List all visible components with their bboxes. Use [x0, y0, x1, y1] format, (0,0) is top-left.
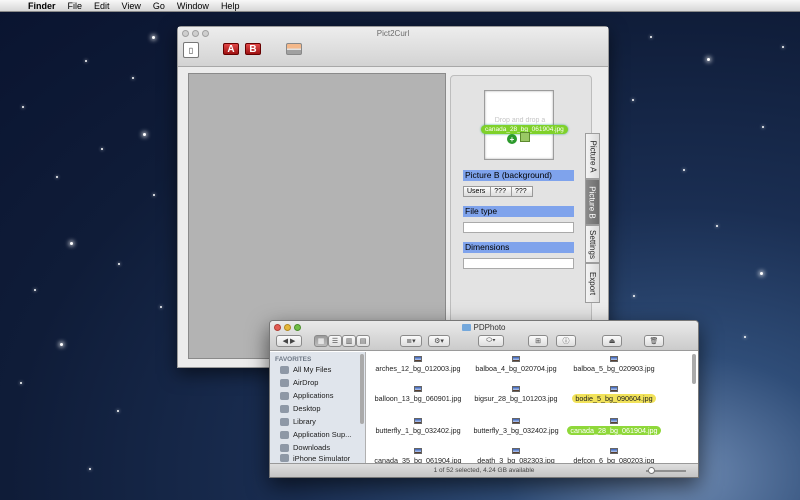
path-segment[interactable]: ??? — [490, 186, 512, 197]
image-thumbnail-icon — [512, 418, 520, 424]
sidebar-item-library[interactable]: Library — [270, 415, 365, 428]
pict2curl-titlebar: Pict2Curl ▯ A B — [178, 27, 608, 67]
tab-export[interactable]: Export — [585, 263, 600, 303]
preview-canvas[interactable] — [188, 73, 446, 359]
airdrop-icon — [280, 378, 289, 387]
info-icon[interactable]: ⓘ — [556, 335, 576, 347]
list-view-button[interactable]: ☰ — [328, 335, 342, 347]
pict2curl-window: Pict2Curl ▯ A B Drop and drop a canada_2… — [177, 26, 609, 368]
finder-title: PDPhoto — [270, 323, 698, 332]
image-icon — [286, 43, 302, 55]
path-segment[interactable]: Users — [463, 186, 492, 197]
image-thumbnail-icon — [414, 448, 422, 454]
arrange-menu-button[interactable]: ≣▾ — [400, 335, 422, 347]
image-thumbnail-icon — [512, 386, 520, 392]
menu-edit[interactable]: Edit — [88, 1, 116, 11]
icon-size-slider[interactable] — [646, 467, 686, 474]
menu-go[interactable]: Go — [147, 1, 171, 11]
sidebar-item-all-my-files[interactable]: All My Files — [270, 363, 365, 376]
file-item[interactable]: bigsur_28_bg_101203.jpg — [467, 386, 565, 403]
finder-toolbar: PDPhoto ◀ ▶ ▦ ☰ ▥ ▤ ≣▾ ⚙▾ ⬭▾ ⊞ ⓘ ⏏ 🗑 — [270, 321, 698, 351]
folder-icon — [280, 430, 289, 439]
file-type-field — [463, 222, 574, 233]
status-bar: 1 of 52 selected, 4.24 GB available — [270, 463, 698, 477]
picture-a-button[interactable]: A — [223, 41, 239, 57]
applications-icon — [280, 391, 289, 400]
sidebar-item-applications[interactable]: Applications — [270, 389, 365, 402]
picture-a-icon: A — [223, 43, 239, 55]
content-scrollbar[interactable] — [692, 354, 696, 384]
window-title: Pict2Curl — [376, 29, 410, 38]
picture-b-button[interactable]: B — [245, 41, 261, 57]
dimensions-heading: Dimensions — [463, 242, 574, 253]
tab-picture-b[interactable]: Picture B — [585, 179, 600, 225]
sidebar-item-application-support[interactable]: Application Sup... — [270, 428, 365, 441]
folder-icon — [280, 417, 289, 426]
tag-menu-button[interactable]: ⬭▾ — [478, 335, 504, 347]
image-thumbnail-icon — [610, 448, 618, 454]
finder-window: PDPhoto ◀ ▶ ▦ ☰ ▥ ▤ ≣▾ ⚙▾ ⬭▾ ⊞ ⓘ ⏏ 🗑 FAV… — [269, 320, 699, 478]
drop-hint-text: Drop and drop a — [494, 117, 546, 124]
picture-drop-well[interactable]: Drop and drop a canada_28_bg_061904.jpg … — [481, 90, 568, 160]
eject-icon[interactable]: ⏏ — [602, 335, 622, 347]
file-item[interactable]: balboa_4_bg_020704.jpg — [467, 356, 565, 373]
file-item[interactable]: balboa_5_bg_020903.jpg — [565, 356, 663, 373]
dimensions-field — [463, 258, 574, 269]
folder-icon — [280, 454, 289, 462]
document-icon[interactable]: ▯ — [183, 42, 199, 58]
menu-help[interactable]: Help — [215, 1, 246, 11]
image-thumbnail-icon — [512, 356, 520, 362]
file-icon-grid: arches_12_bg_012003.jpg balboa_4_bg_0207… — [367, 352, 698, 465]
sidebar-heading: FAVORITES — [275, 356, 312, 363]
slider-knob[interactable] — [648, 467, 655, 474]
sidebar-item-airdrop[interactable]: AirDrop — [270, 376, 365, 389]
dragged-thumbnail-icon — [520, 132, 530, 142]
column-view-button[interactable]: ▥ — [342, 335, 356, 347]
menu-bar: Finder File Edit View Go Window Help — [0, 0, 800, 12]
back-forward-buttons[interactable]: ◀ ▶ — [276, 335, 302, 347]
image-thumbnail-icon — [610, 356, 618, 362]
image-thumbnail-icon — [414, 418, 422, 424]
image-thumbnail-icon — [610, 386, 618, 392]
image-thumbnail-icon — [512, 448, 520, 454]
image-thumbnail-icon — [414, 386, 422, 392]
file-item[interactable]: arches_12_bg_012003.jpg — [369, 356, 467, 373]
file-item-selected[interactable]: canada_28_bg_061904.jpg — [565, 418, 663, 435]
image-thumbnail-icon — [414, 356, 422, 362]
menu-window[interactable]: Window — [171, 1, 215, 11]
file-item[interactable]: butterfly_3_bg_032402.jpg — [467, 418, 565, 435]
add-plus-icon: + — [507, 134, 517, 144]
tab-settings[interactable]: Settings — [585, 225, 600, 263]
sidebar-item-desktop[interactable]: Desktop — [270, 402, 365, 415]
tab-picture-a[interactable]: Picture A — [585, 133, 600, 179]
sidebar-scrollbar[interactable] — [360, 354, 364, 424]
image-thumbnail-icon — [610, 418, 618, 424]
status-text: 1 of 52 selected, 4.24 GB available — [433, 467, 535, 474]
picture-b-heading: Picture B (background) — [463, 170, 574, 181]
desktop-icon — [280, 404, 289, 413]
path-control[interactable]: Users ??? ??? — [463, 186, 533, 197]
inspector-panel: Drop and drop a canada_28_bg_061904.jpg … — [450, 75, 592, 331]
action-gear-icon[interactable]: ⚙▾ — [428, 335, 450, 347]
sidebar-item-downloads[interactable]: Downloads — [270, 441, 365, 454]
sidebar-item-iphone-simulator[interactable]: iPhone Simulator — [270, 454, 365, 462]
file-type-heading: File type — [463, 206, 574, 217]
finder-sidebar: FAVORITES All My Files AirDrop Applicati… — [270, 352, 366, 463]
file-item[interactable]: bodie_5_bg_090604.jpg — [565, 386, 663, 403]
path-segment[interactable]: ??? — [510, 186, 533, 197]
icon-view-button[interactable]: ▦ — [314, 335, 328, 347]
menu-finder[interactable]: Finder — [22, 1, 62, 11]
folder-icon — [462, 324, 472, 332]
downloads-icon — [280, 443, 289, 452]
all-files-icon — [280, 365, 289, 374]
new-folder-icon[interactable]: ⊞ — [528, 335, 548, 347]
file-item[interactable]: butterfly_1_bg_032402.jpg — [369, 418, 467, 435]
menu-view[interactable]: View — [116, 1, 147, 11]
file-item[interactable]: balloon_13_bg_060901.jpg — [369, 386, 467, 403]
menu-file[interactable]: File — [62, 1, 89, 11]
trash-icon[interactable]: 🗑 — [644, 335, 664, 347]
image-preview-button[interactable] — [286, 41, 302, 57]
picture-b-icon: B — [245, 43, 261, 55]
coverflow-view-button[interactable]: ▤ — [356, 335, 370, 347]
